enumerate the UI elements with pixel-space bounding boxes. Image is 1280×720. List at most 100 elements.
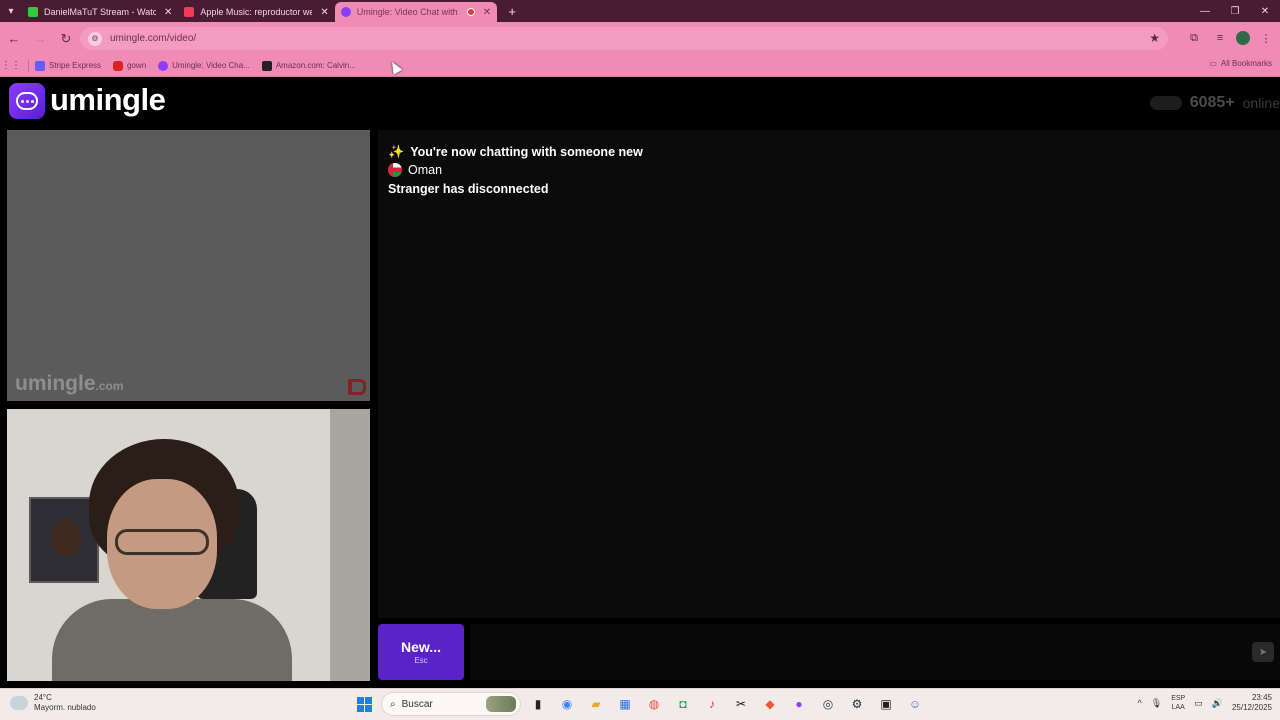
message-text: Stranger has disconnected [388, 182, 549, 196]
clock[interactable]: 23:45 25/12/2025 [1232, 693, 1272, 713]
taskbar-apps: ⌕ Buscar ▮ ◉ ▰ ▦ ◍ ◘ ♪ ✂ ◆ ● ◎ ⚙ ▣ ☺ [352, 692, 927, 716]
speaker-icon[interactable]: 🔊 [1212, 698, 1223, 709]
keyboard-layout: LAA [1171, 704, 1185, 711]
bookmark-label: Stripe Express [49, 61, 102, 70]
close-tab-icon[interactable]: ✕ [320, 7, 328, 18]
forward-arrow-icon[interactable]: → [28, 27, 52, 51]
folder-icon: ▭ [1209, 59, 1217, 68]
bookmark-star-icon[interactable]: ★ [1149, 31, 1160, 45]
new-tab-plus-icon[interactable]: + [503, 2, 521, 20]
bookmarks-bar: ⋮⋮ Stripe Express gown Umingle: Video Ch… [0, 55, 1280, 77]
tab-apple-music[interactable]: Apple Music: reproductor web ✕ [178, 2, 334, 22]
status-toggle[interactable] [1149, 96, 1182, 110]
kick-favicon-icon [28, 7, 38, 17]
new-chat-button[interactable]: New... Esc [378, 624, 464, 680]
site-logo-text[interactable]: umingle [50, 82, 166, 118]
disconnect-message: Stranger has disconnected [388, 182, 548, 196]
amazon-favicon-icon [261, 60, 272, 71]
send-arrow-icon[interactable]: ➤ [1252, 642, 1274, 662]
obs-icon[interactable]: ◎ [816, 692, 840, 716]
system-message: ✨ You're now chatting with someone new [388, 144, 643, 160]
lang-code: ESP [1171, 695, 1186, 702]
tab-umingle[interactable]: Umingle: Video Chat with S ✕ [334, 2, 498, 22]
minimize-icon[interactable]: — [1190, 0, 1220, 22]
tab-danielmatut-stream[interactable]: DanielMaTuT Stream - Watch l ✕ [22, 2, 178, 22]
microphone-icon[interactable]: 🎙 [1151, 698, 1162, 709]
time: 23:45 [1251, 693, 1272, 702]
close-tab-icon[interactable]: ✕ [164, 7, 172, 18]
all-bookmarks-button[interactable]: ▭ All Bookmarks [1209, 59, 1272, 68]
close-tab-icon[interactable]: ✕ [483, 7, 491, 18]
online-counter: 6085+ online [1149, 94, 1280, 112]
file-explorer-icon[interactable]: ▰ [584, 692, 608, 716]
bookmark-umingle[interactable]: Umingle: Video Cha... [158, 60, 250, 71]
steam-icon[interactable]: ⚙ [845, 692, 869, 716]
site-info-icon[interactable]: ⚙ [88, 31, 102, 46]
umingle-logo-icon[interactable] [9, 83, 45, 119]
new-button-label: New... [401, 639, 441, 655]
url-text[interactable]: umingle.com/video/ [110, 33, 196, 44]
system-tray: ^ 🎙 ESP LAA ▭ 🔊 23:45 25/12/2025 [1138, 693, 1272, 713]
chrome-icon[interactable]: ◍ [642, 692, 666, 716]
capcut-icon[interactable]: ✂ [729, 692, 753, 716]
close-window-icon[interactable]: ✕ [1250, 0, 1280, 22]
country-message: Oman [388, 163, 442, 177]
windows-taskbar: 24°C Mayorm. nublado ⌕ Buscar ▮ ◉ ▰ ▦ ◍ … [0, 688, 1280, 720]
online-label: online [1242, 95, 1280, 111]
extensions-puzzle-icon[interactable]: ⧉ [1184, 27, 1204, 49]
search-highlight-image [486, 696, 516, 712]
copilot-icon[interactable]: ◉ [555, 692, 579, 716]
apple-music-favicon-icon [184, 7, 195, 17]
message-input[interactable] [470, 624, 1280, 680]
apps-grid-icon[interactable]: ⋮⋮ [0, 60, 22, 71]
network-icon[interactable]: ▭ [1194, 698, 1203, 709]
chat-log: ✨ You're now chatting with someone new O… [378, 130, 1280, 618]
language-indicator[interactable]: ESP LAA [1171, 694, 1185, 712]
brave-icon[interactable]: ◆ [758, 692, 782, 716]
task-view-icon[interactable]: ▮ [526, 692, 550, 716]
twitch-icon[interactable]: ● [787, 692, 811, 716]
taskbar-search[interactable]: ⌕ Buscar [381, 692, 521, 716]
media-controls-icon[interactable]: ≡ [1210, 27, 1230, 49]
message-text: You're now chatting with someone new [410, 145, 643, 159]
discord-icon[interactable]: ☺ [903, 692, 927, 716]
bookmark-label: Umingle: Video Cha... [172, 61, 250, 70]
search-placeholder: Buscar [401, 698, 433, 710]
date: 25/12/2025 [1231, 703, 1272, 712]
person-shirt [52, 599, 292, 681]
restore-icon[interactable]: ❐ [1220, 0, 1250, 22]
tiktok-icon[interactable]: ♪ [700, 692, 724, 716]
report-flag-icon[interactable] [348, 379, 366, 395]
chevron-up-icon[interactable]: ^ [1138, 698, 1142, 708]
self-camera-video [7, 409, 370, 681]
reload-icon[interactable]: ↻ [54, 27, 78, 51]
umingle-favicon-icon [158, 60, 169, 71]
video-watermark: umingle.com [15, 372, 124, 395]
profile-avatar-icon[interactable] [1236, 31, 1250, 45]
browser-tab-strip: ▾ DanielMaTuT Stream - Watch l ✕ Apple M… [0, 0, 1280, 22]
weather-text: 24°C Mayorm. nublado [34, 693, 96, 713]
microsoft-store-icon[interactable]: ▦ [613, 692, 637, 716]
browser-menu-icon[interactable]: ⋮ [1256, 27, 1276, 49]
cloud-icon [10, 696, 28, 710]
whatsapp-icon[interactable]: ◘ [671, 692, 695, 716]
app-icon[interactable]: ▣ [874, 692, 898, 716]
umingle-favicon-icon [340, 7, 351, 17]
tab-title: Apple Music: reproductor web [200, 7, 313, 17]
browser-toolbar: ← → ↻ ⚙ umingle.com/video/ ★ ⧉ ≡ ⋮ [0, 22, 1280, 55]
weather-description: Mayorm. nublado [34, 703, 96, 712]
window-controls: — ❐ ✕ [1190, 0, 1280, 22]
bookmark-amazon[interactable]: Amazon.com: Calvin... [261, 60, 356, 71]
message-text: Oman [408, 163, 443, 177]
windows-start-icon[interactable] [352, 692, 376, 716]
back-arrow-icon[interactable]: ← [2, 27, 26, 51]
bookmark-stripe-express[interactable]: Stripe Express [35, 60, 102, 71]
search-icon: ⌕ [390, 698, 396, 710]
youtube-favicon-icon [113, 60, 124, 71]
tab-search-icon[interactable]: ▾ [0, 0, 22, 22]
bookmark-gown[interactable]: gown [113, 60, 146, 71]
address-bar[interactable]: ⚙ umingle.com/video/ ★ [80, 27, 1168, 50]
glasses [115, 529, 209, 555]
weather-widget[interactable]: 24°C Mayorm. nublado [10, 693, 96, 713]
background-wall [330, 409, 370, 681]
